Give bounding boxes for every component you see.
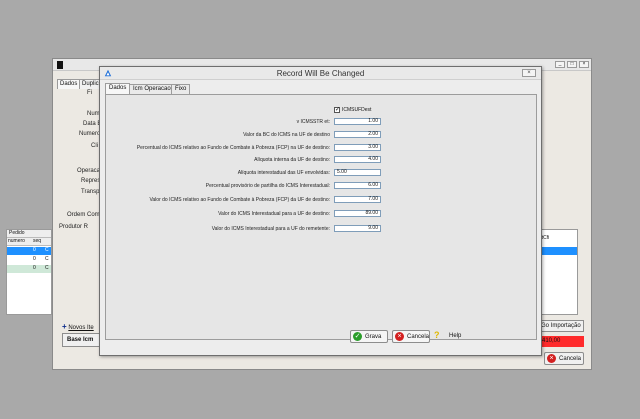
icmsufdest-label: ICMSUFDest [342,107,372,113]
tab-dados[interactable]: Dados [105,83,131,94]
field-label: Alíquota interestadual das UF envolvidas… [237,170,330,176]
table-header: numero seq [7,238,51,246]
x-circle-icon: × [547,354,556,363]
icmsufdest-checkbox[interactable]: ✓ [334,107,340,113]
import-button[interactable]: Go Importação [538,320,584,332]
maximize-button[interactable]: □ [567,61,577,68]
field-input[interactable]: 4.00 [334,156,381,163]
plus-icon: + [62,322,67,331]
field-input[interactable]: 5.00 [334,169,381,176]
field-label: Fi [87,90,92,96]
field-label: Valor do ICMS Interestadual para a UF de… [218,211,330,217]
dialog-titlebar: Record Will Be Changed × [100,67,541,80]
add-item-link[interactable]: + Novos Ite [62,322,94,331]
field-input[interactable]: 6.00 [334,182,381,189]
dialog-close-button[interactable]: × [522,69,536,77]
save-button[interactable]: ✓ Grava [350,330,388,343]
total-value: 410,00 [540,336,584,347]
tab-fixo[interactable]: Fixo [171,84,191,94]
table-row[interactable]: 0 C [7,265,51,273]
field-input[interactable]: 7.00 [334,196,381,203]
field-label: v ICMSSTR et: [296,119,330,125]
field-input[interactable]: 9.00 [334,225,381,232]
dialog-panel [105,94,537,340]
field-input[interactable]: 89.00 [334,210,381,217]
field-label: Operaca [77,168,101,174]
field-label: Valor do ICMS relativo ao Fundo de Comba… [149,197,330,203]
field-label: Produtor R [59,224,89,230]
app-logo-icon [57,61,63,69]
field-label: Repres [81,178,101,184]
x-circle-icon: × [395,332,404,341]
field-label: Numero [79,131,101,137]
base-icms-button[interactable]: Base Icm [62,333,102,347]
background-items-table[interactable]: Pedido numero seq 0 C 0 C 0 C [6,229,52,315]
tab-icm-operacao[interactable]: Icm Operacao [129,84,175,94]
field-label: Cli [91,143,98,149]
help-button[interactable]: ? Help [434,330,464,343]
field-input[interactable]: 2.00 [334,131,381,138]
field-label: Percentual provisório de partilha do ICM… [205,183,330,189]
field-label: Ordem Comp [67,212,104,218]
field-input[interactable]: 1.00 [334,118,381,125]
field-label: Valor da BC do ICMS na UF de destino [243,132,330,138]
table-header: Pedido [7,230,51,238]
field-input[interactable]: 3.00 [334,144,381,151]
table-row[interactable]: 0 C [7,256,51,264]
field-label: Percentual do ICMS relativo ao Fundo de … [136,145,330,151]
field-label: Alíquota interna da UF de destino: [254,157,330,163]
background-cancel-button[interactable]: × Cancela [544,352,584,365]
cancel-button[interactable]: × Cancela [392,330,430,343]
check-circle-icon: ✓ [353,332,362,341]
dialog-title: Record Will Be Changed [276,69,365,78]
tab-dados-bg[interactable]: Dados [57,79,81,89]
question-icon: ? [434,330,440,340]
table-row[interactable]: 0 C [7,247,51,255]
field-label: Valor do ICMS Interestadual para a UF do… [211,226,330,232]
minimize-button[interactable]: _ [555,61,565,68]
close-button[interactable]: × [579,61,589,68]
